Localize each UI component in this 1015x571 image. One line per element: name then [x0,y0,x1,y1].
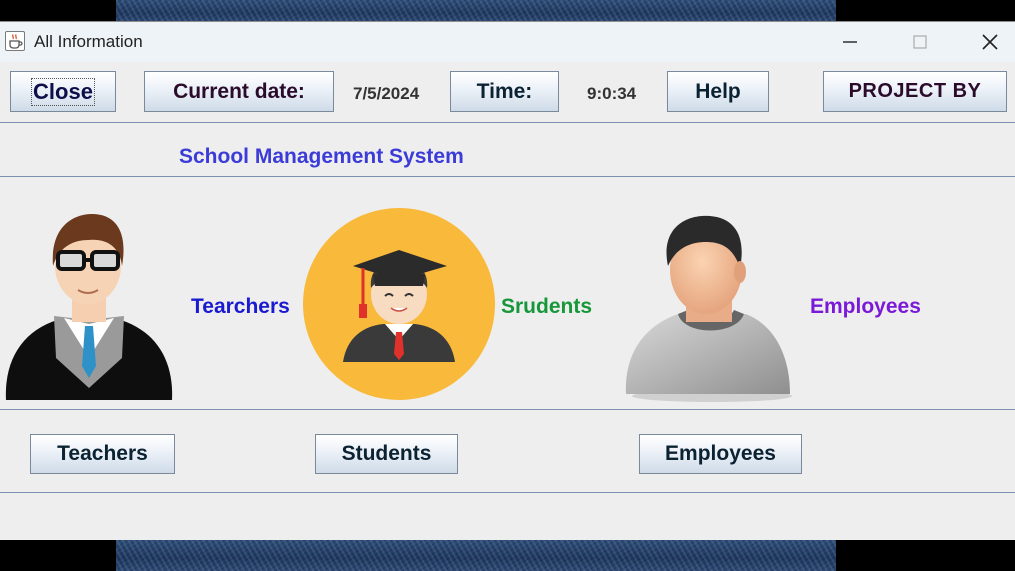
students-caption: Srudents [501,295,593,318]
app-window: All Information Close Current date: 7/5/… [0,21,1015,540]
current-date-button[interactable]: Current date: [144,71,334,112]
help-label: Help [695,79,741,103]
divider [0,409,1015,410]
teachers-button[interactable]: Teachers [30,434,175,474]
employees-caption: Employees [810,295,921,318]
students-button-label: Students [341,442,432,465]
project-by-button[interactable]: PROJECT BY [823,71,1007,112]
teachers-caption: Tearchers [191,295,290,318]
close-icon[interactable] [978,30,1002,54]
time-label: Time: [476,79,533,103]
employee-icon [620,208,798,403]
close-button[interactable]: Close [10,71,116,112]
divider [0,122,1015,123]
current-date-label: Current date: [173,79,305,103]
title-bar: All Information [0,22,1015,62]
teachers-button-label: Teachers [57,442,148,465]
app-heading: School Management System [179,145,464,168]
maximize-icon[interactable] [908,30,932,54]
student-graduate-icon [303,208,495,400]
employees-button-label: Employees [665,442,776,465]
close-button-label: Close [31,77,95,106]
divider [0,176,1015,177]
java-app-icon [5,31,25,51]
divider [0,492,1015,493]
time-button[interactable]: Time: [450,71,559,112]
desktop-background-bottom [0,540,1015,571]
students-button[interactable]: Students [315,434,458,474]
help-button[interactable]: Help [667,71,769,112]
teacher-icon [4,208,174,403]
current-date-value: 7/5/2024 [353,84,420,103]
time-value: 9:0:34 [587,84,637,103]
employees-button[interactable]: Employees [639,434,802,474]
window-title: All Information [34,32,143,51]
project-by-label: PROJECT BY [848,80,982,102]
minimize-icon[interactable] [838,30,862,54]
desktop-background-top [0,0,1015,22]
